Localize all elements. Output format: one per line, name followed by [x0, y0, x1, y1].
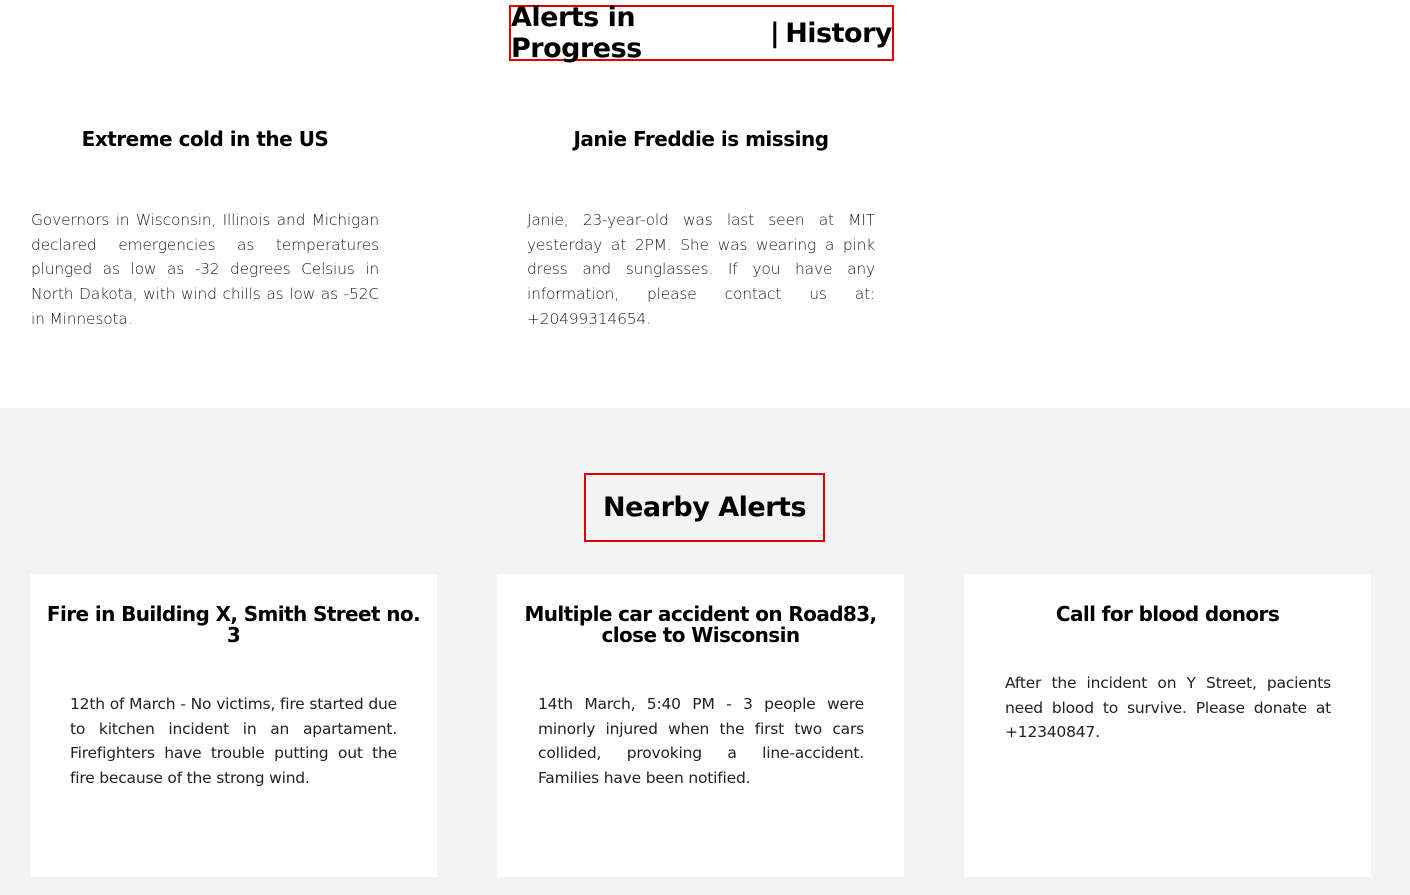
- nearby-alert-title: Call for blood donors: [1055, 602, 1280, 626]
- tab-separator: |: [769, 17, 780, 49]
- nearby-alerts-section: Nearby Alerts Fire in Building X, Smith …: [0, 408, 1410, 895]
- history-tab[interactable]: History: [785, 18, 892, 49]
- alert-title: Janie Freddie is missing: [573, 127, 829, 151]
- alert-description: Governors in Wisconsin, Illinois and Mic…: [31, 211, 379, 328]
- alerts-in-progress-tab[interactable]: Alerts in Progress: [511, 2, 764, 64]
- alert-card[interactable]: Janie Freddie is missing Janie, 23-year-…: [527, 120, 875, 332]
- alerts-header-tabs: Alerts in Progress | History: [509, 2, 894, 64]
- nearby-alert-card[interactable]: Fire in Building X, Smith Street no. 3 1…: [30, 574, 437, 877]
- nearby-alert-card[interactable]: Call for blood donors After the incident…: [964, 574, 1371, 877]
- nearby-alert-title: Multiple car accident on Road83, close t…: [524, 602, 877, 647]
- nearby-alert-description: After the incident on Y Street, pacients…: [1005, 674, 1331, 742]
- nearby-alert-card[interactable]: Multiple car accident on Road83, close t…: [497, 574, 904, 877]
- alerts-in-progress-section: Alerts in Progress | History Extreme col…: [0, 0, 1410, 408]
- nearby-alert-description: 14th March, 5:40 PM - 3 people were mino…: [538, 695, 864, 788]
- nearby-alert-title: Fire in Building X, Smith Street no. 3: [46, 602, 421, 647]
- alert-title: Extreme cold in the US: [81, 127, 329, 151]
- nearby-alerts-heading: Nearby Alerts: [584, 473, 825, 542]
- nearby-alert-description: 12th of March - No victims, fire started…: [70, 695, 397, 788]
- alert-description: Janie, 23-year-old was last seen at MIT …: [527, 211, 875, 328]
- alert-card[interactable]: Extreme cold in the US Governors in Wisc…: [31, 120, 379, 332]
